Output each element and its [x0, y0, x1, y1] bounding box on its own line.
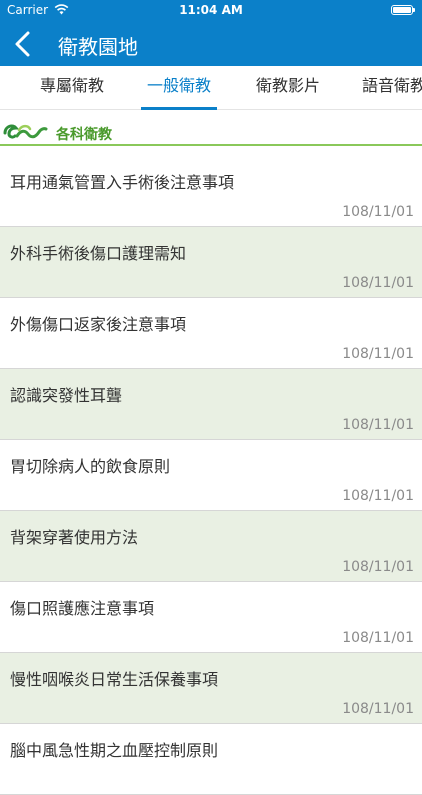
item-date: 108/11/01 — [342, 275, 414, 291]
clock: 11:04 AM — [179, 3, 243, 17]
leaf-wave-logo-icon — [3, 124, 48, 139]
tab-label: 一般衛教 — [146, 76, 211, 95]
tab-bar: 專屬衛教 一般衛教 衛教影片 語音衛教 — [0, 66, 422, 110]
tab-label: 語音衛教 — [362, 76, 422, 95]
item-date: 108/11/01 — [342, 630, 414, 646]
item-title: 外傷傷口返家後注意事項 — [10, 315, 187, 334]
tab-label: 衛教影片 — [255, 76, 320, 95]
back-chevron-icon[interactable] — [10, 30, 36, 58]
item-date: 108/11/01 — [342, 204, 414, 220]
list-item[interactable]: 外傷傷口返家後注意事項 108/11/01 — [0, 298, 422, 369]
list-item[interactable]: 傷口照護應注意事項 108/11/01 — [0, 582, 422, 653]
active-tab-indicator — [141, 107, 217, 110]
section-header: 各科衛教 — [0, 118, 422, 146]
list-item[interactable]: 慢性咽喉炎日常生活保養事項 108/11/01 — [0, 653, 422, 724]
item-title: 認識突發性耳聾 — [10, 386, 123, 405]
item-title: 傷口照護應注意事項 — [10, 599, 155, 618]
item-title: 外科手術後傷口護理需知 — [10, 244, 187, 263]
battery-icon — [391, 5, 415, 15]
navigation-bar: 衛教園地 — [0, 22, 422, 66]
item-date: 108/11/01 — [342, 701, 414, 717]
item-title: 腦中風急性期之血壓控制原則 — [10, 741, 219, 760]
item-date: 108/11/01 — [342, 559, 414, 575]
tab-education-videos[interactable]: 衛教影片 — [238, 66, 338, 110]
item-date: 108/11/01 — [342, 417, 414, 433]
list-item[interactable]: 耳用通氣管置入手術後注意事項 108/11/01 — [0, 156, 422, 227]
page-title: 衛教園地 — [58, 35, 138, 59]
tab-general-education[interactable]: 一般衛教 — [141, 66, 217, 110]
status-bar: Carrier 11:04 AM — [0, 0, 422, 22]
tab-dedicated-education[interactable]: 專屬衛教 — [22, 66, 122, 110]
education-list: 耳用通氣管置入手術後注意事項 108/11/01 外科手術後傷口護理需知 108… — [0, 156, 422, 795]
item-title: 背架穿著使用方法 — [10, 528, 139, 547]
tab-audio-education[interactable]: 語音衛教 — [356, 66, 422, 110]
item-title: 慢性咽喉炎日常生活保養事項 — [10, 670, 219, 689]
item-date: 108/11/01 — [342, 346, 414, 362]
section-title: 各科衛教 — [56, 127, 112, 143]
list-item[interactable]: 認識突發性耳聾 108/11/01 — [0, 369, 422, 440]
list-item[interactable]: 背架穿著使用方法 108/11/01 — [0, 511, 422, 582]
list-item[interactable]: 外科手術後傷口護理需知 108/11/01 — [0, 227, 422, 298]
item-title: 胃切除病人的飲食原則 — [10, 457, 171, 476]
item-title: 耳用通氣管置入手術後注意事項 — [10, 173, 235, 192]
tab-label: 專屬衛教 — [39, 76, 104, 95]
list-item[interactable]: 胃切除病人的飲食原則 108/11/01 — [0, 440, 422, 511]
item-date: 108/11/01 — [342, 488, 414, 504]
list-item[interactable]: 腦中風急性期之血壓控制原則 — [0, 724, 422, 795]
